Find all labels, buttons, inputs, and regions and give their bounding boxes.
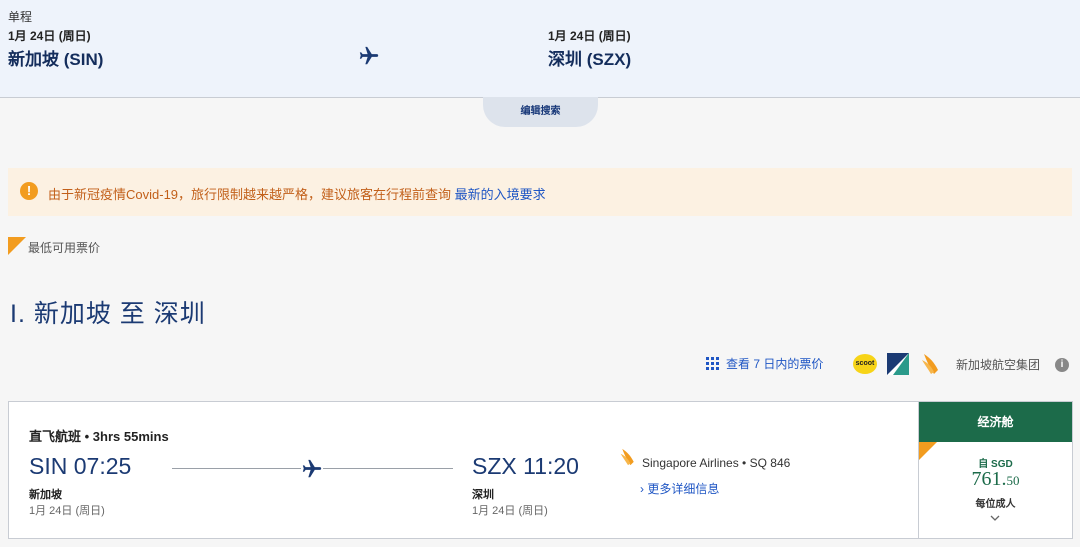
info-icon[interactable]: i: [1055, 358, 1069, 372]
flight-duration: 3hrs 55mins: [92, 429, 169, 444]
lowest-fare-label: 最低可用票价: [28, 241, 101, 255]
scoot-logo: scoot: [853, 354, 877, 374]
warning-icon: !: [20, 182, 38, 200]
fare-price: 761.50: [919, 468, 1072, 491]
destination-city: 深圳 (SZX): [548, 50, 632, 69]
departure-time: SIN 07:25: [29, 453, 132, 479]
arrival-city: 深圳: [472, 489, 494, 501]
arrival-date: 1月 24日 (周日): [472, 505, 548, 517]
price-cents: 50: [1006, 473, 1020, 488]
separator: •: [81, 429, 93, 444]
destination-date: 1月 24日 (周日): [548, 29, 631, 43]
economy-fare-option[interactable]: 经济舱 自 SGD 761.50 每位成人: [918, 401, 1073, 539]
airline-flight-number: Singapore Airlines • SQ 846: [642, 456, 791, 470]
more-details-link[interactable]: › 更多详细信息: [640, 480, 719, 497]
entry-requirements-link[interactable]: 最新的入境要求: [455, 187, 546, 202]
departure-city: 新加坡: [29, 489, 62, 501]
notice-message: 由于新冠疫情Covid-19，旅行限制越来越严格，建议旅客在行程前查询: [48, 187, 455, 202]
silkair-logo-icon: [887, 353, 909, 375]
week-fares-link[interactable]: 查看 7 日内的票价: [706, 355, 823, 372]
edit-search-button[interactable]: 编辑搜索: [483, 97, 598, 127]
origin-city: 新加坡 (SIN): [8, 50, 104, 69]
calendar-icon: [706, 356, 720, 371]
week-fares-label: 查看 7 日内的票价: [726, 357, 824, 371]
arrival-time: SZX 11:20: [472, 453, 579, 479]
trip-type: 单程: [8, 10, 33, 24]
flight-card[interactable]: 直飞航班 • 3hrs 55mins SIN 07:25 新加坡 1月 24日 …: [8, 401, 919, 539]
lowest-fare-flag-icon: [8, 237, 26, 255]
chevron-down-icon[interactable]: [990, 513, 1000, 523]
search-summary: 单程 1月 24日 (周日) 新加坡 (SIN) 1月 24日 (周日) 深圳 …: [0, 0, 1080, 98]
origin-date: 1月 24日 (周日): [8, 29, 91, 43]
plane-icon: [301, 458, 323, 480]
sia-group-label: 新加坡航空集团: [956, 358, 1041, 372]
singapore-airlines-logo-icon: [620, 448, 634, 466]
direct-label: 直飞航班: [29, 429, 82, 444]
covid-notice: ! 由于新冠疫情Covid-19，旅行限制越来越严格，建议旅客在行程前查询 最新…: [8, 168, 1072, 216]
route-title: I. 新加坡 至 深圳: [10, 300, 206, 328]
cabin-header: 经济舱: [919, 402, 1072, 442]
per-adult-label: 每位成人: [975, 499, 1016, 510]
plane-icon: [359, 46, 379, 65]
notice-text: 由于新冠疫情Covid-19，旅行限制越来越严格，建议旅客在行程前查询 最新的入…: [48, 184, 546, 203]
singapore-airlines-logo-icon: [922, 354, 938, 374]
departure-date: 1月 24日 (周日): [29, 505, 105, 517]
flight-type: 直飞航班 • 3hrs 55mins: [29, 426, 169, 445]
price-main: 761.: [971, 468, 1007, 490]
